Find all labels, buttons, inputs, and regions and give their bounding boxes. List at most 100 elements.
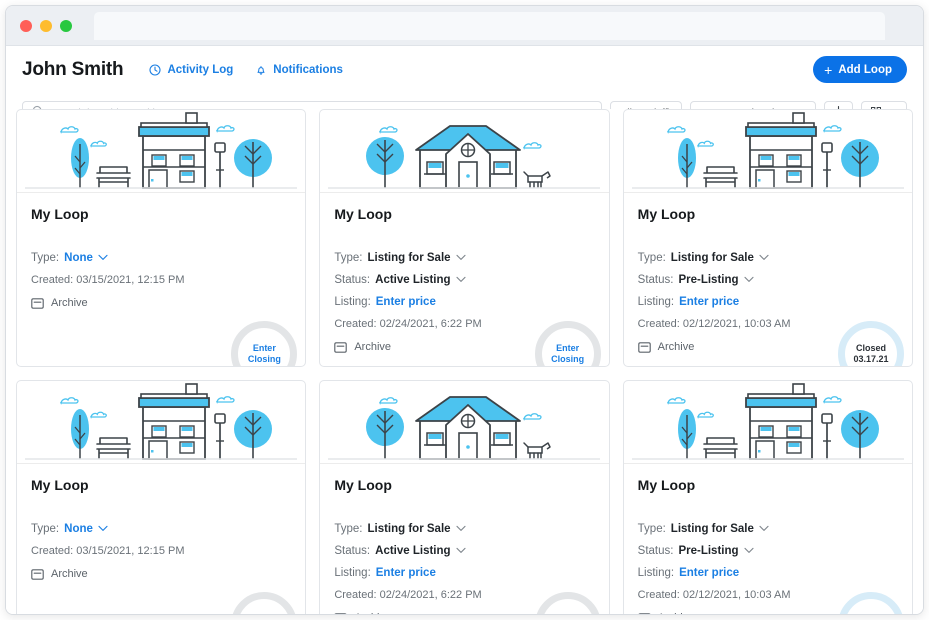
loop-status-row: Status: Active Listing [334,545,594,557]
loop-title[interactable]: My Loop [638,206,898,222]
loop-type-value[interactable]: Listing for Sale [367,523,450,535]
loop-type-label: Type: [334,252,363,264]
chevron-down-icon [455,524,466,535]
loop-type-label: Type: [637,523,666,535]
loop-status-value[interactable]: Active Listing [375,545,450,557]
loop-status-value[interactable]: Active Listing [375,274,450,286]
archive-label: Archive [657,341,695,353]
loop-card[interactable]: My Loop Type: Listing for Sale Status: Activ… [319,109,610,367]
loop-listing-value[interactable]: Enter price [679,567,739,579]
archive-icon [638,612,651,614]
badge-line-2: 03.17.21 [853,354,889,364]
chevron-down-icon [759,524,769,535]
loop-status-row: Status: Pre-Listing [638,274,898,286]
archive-icon [31,568,44,580]
loop-card[interactable]: My Loop Type: Listing for Sale Status: Pre-L… [622,109,913,367]
loop-card[interactable]: My Loop Type: None Created: 03/15/2021, 12:… [16,380,307,614]
loop-card[interactable]: My Loop Type: Listing for Sale Status: Activ… [319,380,610,614]
archive-icon [334,612,347,614]
enter-closing-badge[interactable]: EnterClosing [231,592,298,614]
archive-icon [334,341,348,353]
archive-label: Archive [51,568,88,580]
browser-window: John Smith Activity Log Notifications + … [5,5,924,615]
minimize-window-button[interactable] [40,19,52,32]
activity-log-label: Activity Log [167,64,234,76]
loop-title[interactable]: My Loop [638,477,898,493]
loop-status-label: Status: [334,274,371,286]
bell-icon [255,64,267,76]
loop-type-value[interactable]: None [64,523,93,535]
loop-type-value[interactable]: None [64,252,93,264]
notifications-label: Notifications [273,64,343,76]
loop-created-date: Created: 03/15/2021, 12:15 PM [31,274,185,286]
loop-type-label: Type: [637,252,666,264]
loop-created-date: Created: 03/15/2021, 12:15 PM [31,545,185,557]
loop-listing-row: Listing: Enter price [638,567,898,579]
activity-log-link[interactable]: Activity Log [149,64,233,76]
loop-type-value[interactable]: Listing for Sale [671,523,754,535]
loops-scroll-area[interactable]: My Loop Type: None Created: 03/15/2021, 12:… [6,109,923,614]
loop-listing-value[interactable]: Enter price [376,567,436,579]
chevron-down-icon [743,275,754,286]
add-loop-button[interactable]: + Add Loop [813,56,907,83]
loop-illustration-townhouse [17,110,306,193]
app-header: John Smith Activity Log Notifications + … [6,46,923,94]
notifications-link[interactable]: Notifications [255,64,343,76]
browser-tab[interactable] [94,12,885,40]
badge-line-2: Closing [551,354,585,364]
archive-label: Archive [354,341,392,353]
loop-illustration-townhouse [17,381,306,464]
loop-card-body: My Loop Type: Listing for Sale Status: Pre-L… [624,464,912,614]
loop-listing-label: Listing: [334,567,371,579]
loop-illustration-cottage [320,110,609,193]
loops-grid: My Loop Type: None Created: 03/15/2021, 12:… [16,109,913,614]
close-window-button[interactable] [20,19,32,32]
chevron-down-icon [743,546,754,557]
enter-closing-badge[interactable]: EnterClosing [231,321,298,366]
chevron-down-icon [455,546,466,557]
loop-status-value[interactable]: Pre-Listing [678,545,738,557]
archive-label: Archive [658,612,695,614]
badge-line-1: Closed [855,342,886,353]
loop-listing-value[interactable]: Enter price [376,296,436,308]
loop-card[interactable]: My Loop Type: None Created: 03/15/2021, 12:… [16,109,307,367]
badge-line-2: Closing [247,354,281,364]
loop-illustration-townhouse [623,381,912,464]
loop-illustration-townhouse [623,110,912,193]
loop-status-value[interactable]: Pre-Listing [678,274,738,286]
plus-icon: + [824,61,833,78]
maximize-window-button[interactable] [60,19,72,32]
loop-status-label: Status: [334,545,371,557]
loop-listing-label: Listing: [334,296,371,308]
header-links: Activity Log Notifications [149,64,343,76]
loop-illustration-cottage [320,381,609,464]
loop-type-row: Type: Listing for Sale [334,523,594,535]
archive-button[interactable]: Archive [31,297,291,309]
loop-type-label: Type: [31,523,60,535]
loop-card-body: My Loop Type: None Created: 03/15/2021, 12:… [17,193,305,366]
loop-type-value[interactable]: Listing for Sale [367,252,450,264]
badge-line-1: Enter [556,342,580,353]
loop-card[interactable]: My Loop Type: Listing for Sale Status: Pre-L… [622,380,913,614]
loop-card-body: My Loop Type: Listing for Sale Status: Pre-L… [624,193,912,366]
loop-title[interactable]: My Loop [334,477,594,493]
loop-title[interactable]: My Loop [334,206,594,222]
loop-listing-value[interactable]: Enter price [679,296,739,308]
loop-type-row: Type: Listing for Sale [638,252,898,264]
archive-button[interactable]: Archive [31,568,291,580]
clock-icon [149,64,162,76]
loop-title[interactable]: My Loop [31,477,291,493]
loop-type-row: Type: None [31,252,291,264]
loop-type-value[interactable]: Listing for Sale [671,252,754,264]
loop-card-body: My Loop Type: None Created: 03/15/2021, 12:… [17,464,305,614]
loop-listing-row: Listing: Enter price [334,296,594,308]
loop-listing-label: Listing: [637,567,675,579]
archive-icon [31,297,44,309]
chevron-down-icon [455,275,466,286]
page-title: John Smith [22,59,124,80]
archive-icon [637,341,651,353]
archive-label: Archive [354,612,391,614]
add-loop-label: Add Loop [838,63,892,76]
chevron-down-icon [98,253,108,264]
loop-title[interactable]: My Loop [31,206,291,222]
